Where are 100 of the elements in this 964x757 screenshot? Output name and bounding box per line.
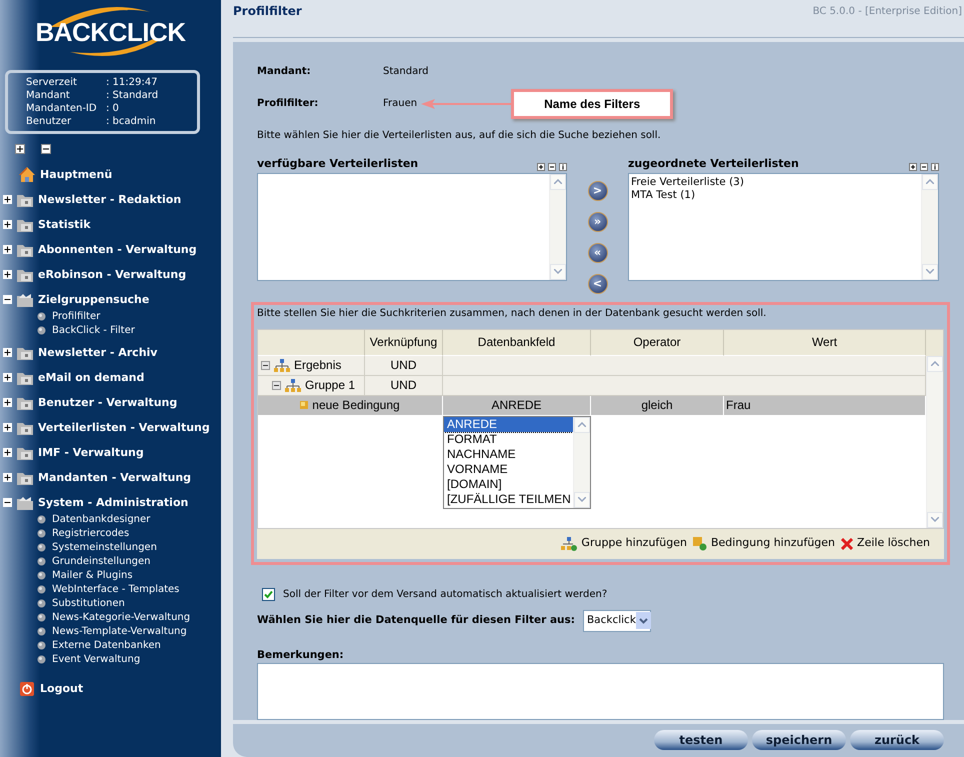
dropdown-option[interactable]: FORMAT bbox=[444, 432, 573, 447]
open-folder-icon bbox=[16, 494, 34, 510]
submenu-item[interactable]: Profilfilter bbox=[52, 308, 100, 324]
collapse-icon[interactable] bbox=[272, 380, 281, 390]
condition-icon bbox=[300, 401, 308, 410]
action-link[interactable]: Bedingung hinzufügen bbox=[710, 535, 836, 552]
menu-item[interactable]: Logout bbox=[40, 682, 84, 695]
info-value: : 0 bbox=[106, 102, 119, 115]
menu-item[interactable]: eRobinson - Verwaltung bbox=[38, 268, 186, 281]
expand-icon[interactable] bbox=[3, 423, 12, 432]
list-box[interactable]: Freie Verteilerliste (3) MTA Test (1) bbox=[628, 172, 939, 281]
info-label: Benutzer bbox=[26, 115, 72, 128]
expand-icon[interactable] bbox=[3, 270, 12, 279]
submenu-item[interactable]: Systemeinstellungen bbox=[52, 540, 157, 554]
list-title: zugeordnete Verteilerlisten bbox=[628, 156, 799, 172]
submenu-item[interactable]: Registriercodes bbox=[52, 526, 130, 540]
menu-item[interactable]: Hauptmenü bbox=[40, 168, 112, 181]
expand-icon[interactable] bbox=[3, 348, 12, 357]
condition-row[interactable]: neue Bedingung ANREDE gleich Frau bbox=[258, 396, 926, 416]
menu-item[interactable]: IMF - Verwaltung bbox=[38, 446, 144, 459]
bullet-icon bbox=[37, 326, 46, 334]
submenu-item[interactable]: Mailer & Plugins bbox=[52, 568, 133, 582]
plus-icon[interactable] bbox=[909, 162, 917, 171]
menu-item[interactable]: eMail on demand bbox=[38, 371, 144, 384]
list-item[interactable]: MTA Test (1) bbox=[631, 188, 919, 202]
submenu-item[interactable]: News-Kategorie-Verwaltung bbox=[52, 610, 190, 624]
field-label: Profilfilter: bbox=[257, 97, 320, 112]
expand-icon[interactable] bbox=[3, 473, 12, 482]
power-icon bbox=[20, 682, 34, 696]
move-button[interactable]: » bbox=[588, 212, 608, 232]
caret-icon[interactable] bbox=[636, 612, 651, 630]
hierarchy-icon bbox=[274, 358, 290, 372]
dropdown-option[interactable]: ANREDE bbox=[444, 416, 573, 432]
remarks-field[interactable] bbox=[257, 663, 944, 720]
expand-icon[interactable] bbox=[3, 245, 12, 254]
submenu-item[interactable]: BackClick - Filter bbox=[52, 322, 135, 338]
hierarchy-add-icon bbox=[561, 536, 578, 551]
list-item[interactable]: Freie Verteilerliste (3) bbox=[631, 176, 919, 189]
checkbox[interactable] bbox=[262, 588, 275, 601]
collapse-icon[interactable] bbox=[3, 498, 12, 507]
info-label: Mandant bbox=[26, 89, 71, 102]
callout-box: Name des Filters bbox=[511, 88, 674, 119]
expand-icon[interactable] bbox=[15, 144, 25, 154]
move-button[interactable]: > bbox=[588, 180, 608, 201]
expand-icon[interactable] bbox=[3, 220, 12, 229]
info-value: : Standard bbox=[106, 89, 158, 102]
submenu-item[interactable]: News-Template-Verwaltung bbox=[52, 624, 187, 638]
menu-item[interactable]: Mandanten - Verwaltung bbox=[38, 471, 192, 484]
submenu-item[interactable]: Externe Datenbanken bbox=[52, 638, 161, 652]
bullet-icon bbox=[37, 528, 46, 538]
collapse-icon[interactable] bbox=[3, 295, 12, 304]
menu-item[interactable]: Statistik bbox=[38, 218, 91, 231]
menu-item[interactable]: System - Administration bbox=[38, 496, 188, 509]
expand-icon[interactable] bbox=[3, 195, 12, 204]
table-cell[interactable]: gleich bbox=[591, 396, 724, 415]
submenu-item[interactable]: Datenbankdesigner bbox=[52, 512, 150, 526]
info-icon[interactable] bbox=[559, 162, 567, 171]
menu-item[interactable]: Verteilerlisten - Verwaltung bbox=[38, 421, 210, 434]
info-label: Serverzeit bbox=[26, 76, 78, 89]
menu-item[interactable]: Zielgruppensuche bbox=[38, 293, 150, 306]
table-cell[interactable]: ANREDE bbox=[443, 396, 591, 415]
collapse-icon[interactable] bbox=[41, 144, 51, 154]
page-title: Profilfilter bbox=[233, 4, 302, 18]
dropdown-option[interactable]: [ZUFÄLLIGE TEILMEN bbox=[444, 492, 573, 507]
tree-label[interactable]: Gruppe 1 bbox=[305, 376, 356, 394]
action-link[interactable]: Gruppe hinzufügen bbox=[581, 535, 687, 552]
action-link[interactable]: Zeile löschen bbox=[857, 535, 930, 552]
dropdown-option[interactable]: VORNAME bbox=[444, 462, 573, 477]
submenu-item[interactable]: Grundeinstellungen bbox=[52, 554, 151, 568]
menu-item[interactable]: Benutzer - Verwaltung bbox=[38, 396, 178, 409]
minus-icon[interactable] bbox=[548, 162, 556, 171]
field-label: Mandant: bbox=[257, 65, 312, 80]
menu-item[interactable]: Abonnenten - Verwaltung bbox=[38, 243, 197, 256]
plus-icon[interactable] bbox=[537, 162, 545, 171]
instruction-text: Bitte stellen Sie hier die Suchkriterien zusammen, nach denen in der Datenbank gesucht werden soll. bbox=[257, 306, 768, 321]
submenu-item[interactable]: Event Verwaltung bbox=[52, 652, 140, 666]
action-button[interactable]: speichern bbox=[752, 730, 846, 750]
menu-item[interactable]: Newsletter - Archiv bbox=[38, 346, 158, 359]
action-button[interactable]: zurück bbox=[850, 730, 944, 750]
bullet-icon bbox=[37, 312, 46, 320]
bullet-icon bbox=[37, 640, 46, 650]
field-value: Frauen bbox=[383, 97, 418, 112]
field-dropdown-list[interactable]: ANREDE FORMAT NACHNAME VORNAME [DOMAIN] [ZUFÄLLIGE TEILMEN bbox=[443, 416, 591, 509]
menu-item[interactable]: Newsletter - Redaktion bbox=[38, 193, 182, 206]
expand-icon[interactable] bbox=[3, 448, 12, 457]
dropdown-option[interactable]: NACHNAME bbox=[444, 446, 573, 462]
submenu-item[interactable]: WebInterface - Templates bbox=[52, 582, 180, 596]
collapse-icon[interactable] bbox=[261, 360, 270, 370]
tree-label[interactable]: neue Bedingung bbox=[312, 396, 400, 414]
tree-label[interactable]: Ergebnis bbox=[294, 356, 342, 374]
expand-icon[interactable] bbox=[3, 398, 12, 407]
home-icon bbox=[18, 166, 36, 183]
datasource-select[interactable]: Backclick bbox=[582, 610, 651, 632]
dropdown-option[interactable]: [DOMAIN] bbox=[444, 476, 573, 492]
bullet-icon bbox=[37, 654, 46, 664]
submenu-item[interactable]: Substitutionen bbox=[52, 596, 125, 610]
expand-icon[interactable] bbox=[3, 373, 12, 382]
minus-icon[interactable] bbox=[920, 162, 928, 171]
info-icon[interactable] bbox=[931, 162, 939, 171]
action-button[interactable]: testen bbox=[654, 730, 748, 750]
